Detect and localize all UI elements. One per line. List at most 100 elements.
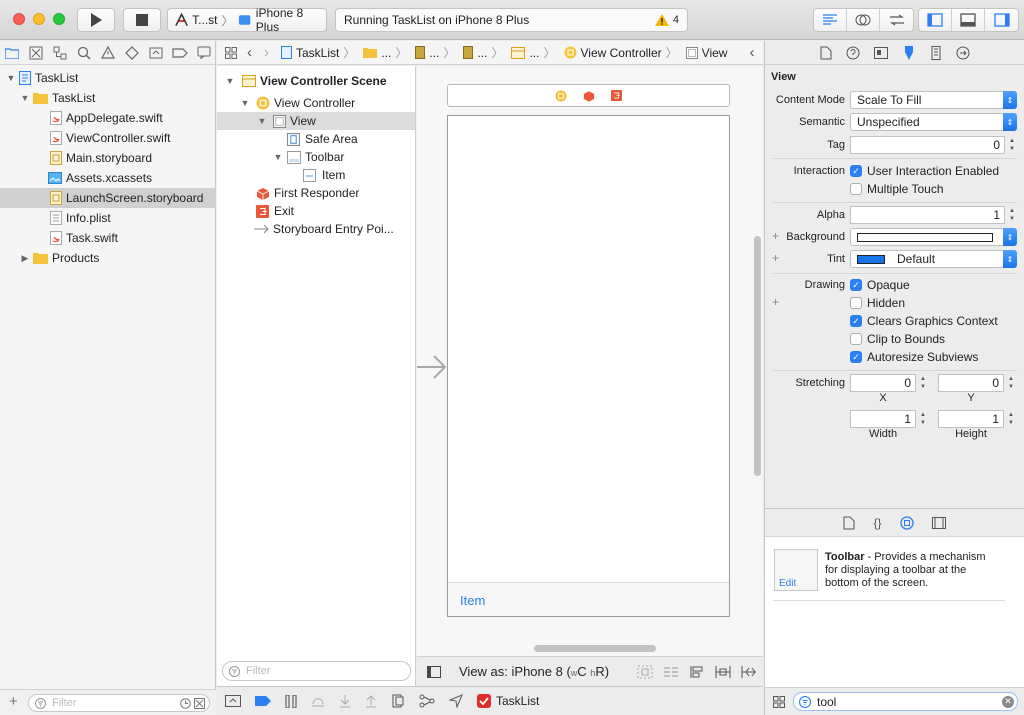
warning-indicator[interactable]: 4 [654,14,679,26]
breakpoint-navigator-tab[interactable] [172,45,188,61]
previous-issue-button[interactable]: ‹ [749,44,754,61]
tree-item-group-tasklist[interactable]: ▼ TaskList [0,88,216,108]
tint-color-popup[interactable]: Default ⇕ [850,250,1017,268]
test-navigator-tab[interactable] [124,45,140,61]
zoom-window-button[interactable] [53,13,65,25]
embed-in-icon[interactable] [637,665,653,679]
step-over-icon[interactable] [311,695,325,707]
device-screen[interactable]: Item [447,115,730,617]
user-interaction-checkbox[interactable]: ✓ User Interaction Enabled [850,164,999,178]
library-search-field[interactable]: tool ✕ [793,692,1018,711]
process-target[interactable]: TaskList [477,694,539,708]
outline-view-controller[interactable]: ▼ View Controller [217,94,415,112]
outline-filter-field[interactable]: Filter [222,661,411,681]
report-navigator-tab[interactable] [196,45,212,61]
autoresize-subviews-checkbox[interactable]: ✓ Autoresize Subviews [850,350,978,364]
disclosure-open-icon[interactable]: ▼ [20,93,30,103]
close-window-button[interactable] [13,13,25,25]
run-button[interactable] [77,8,115,32]
scene-dock[interactable] [447,84,730,107]
tree-item-project[interactable]: ▼ TaskList [0,68,216,88]
content-mode-popup[interactable]: Scale To Fill ⇕ [850,91,1017,109]
stretch-y-stepper[interactable]: ▲ ▼ [1006,374,1016,392]
outline-first-responder[interactable]: First Responder [217,184,415,202]
standard-editor-button[interactable] [814,9,847,31]
background-color-popup[interactable]: ⇕ [850,228,1017,246]
disclosure-closed-icon[interactable]: ▶ [20,253,30,263]
tree-item-task-swift[interactable]: Task.swift [0,228,216,248]
navigator-filter-field[interactable]: Filter [28,694,210,712]
tree-item-infoplist[interactable]: Info.plist [0,208,216,228]
file-template-icon[interactable] [843,516,855,530]
storyboard-canvas[interactable]: Item [417,66,763,656]
memory-graph-icon[interactable] [419,694,435,708]
assistant-editor-button[interactable] [847,9,880,31]
recent-files-icon[interactable] [180,697,191,709]
first-responder-icon[interactable] [583,90,595,102]
library-item-toolbar[interactable]: Edit Toolbar - Provides a mechanism for … [773,545,1005,601]
vertical-scrollbar[interactable] [754,236,761,476]
tree-item-appdelegate[interactable]: AppDelegate.swift [0,108,216,128]
outline-safe-area[interactable]: Safe Area [217,130,415,148]
object-library-icon[interactable] [899,515,914,530]
tree-item-products[interactable]: ▶ Products [0,248,216,268]
source-control-filter-icon[interactable] [194,697,205,709]
edit-link[interactable]: Edit [779,578,796,589]
resolve-issues-icon[interactable] [741,665,757,679]
toggle-outline-icon[interactable] [427,665,441,678]
clip-to-bounds-checkbox[interactable]: Clip to Bounds [850,332,945,346]
tag-field[interactable]: 0 [850,136,1005,154]
breadcrumb-group[interactable]: ... 〉 [363,44,411,61]
stretch-width-stepper[interactable]: ▲ ▼ [918,410,928,428]
alpha-stepper[interactable]: ▲ ▼ [1007,206,1017,224]
stretch-height-field[interactable]: 1 [938,410,1004,428]
disclosure-open-icon[interactable]: ▼ [6,73,16,83]
minimize-window-button[interactable] [33,13,45,25]
toolbar-preview[interactable]: Item [448,582,729,616]
media-library-icon[interactable] [931,516,946,529]
multiple-touch-checkbox[interactable]: Multiple Touch [850,182,944,196]
pause-icon[interactable] [285,694,297,708]
hide-debug-area-icon[interactable] [225,695,241,707]
view-debugger-icon[interactable] [391,694,405,708]
breadcrumb-file-base[interactable]: ... 〉 [463,44,507,61]
breadcrumb-scene[interactable]: ... 〉 [511,44,559,61]
toolbar-item-label[interactable]: Item [460,593,485,608]
stretch-y-field[interactable]: 0 [938,374,1004,392]
identity-inspector-icon[interactable] [873,46,888,59]
view-controller-icon[interactable] [555,89,567,102]
symbol-navigator-tab[interactable] [52,45,68,61]
stretch-x-stepper[interactable]: ▲ ▼ [918,374,928,392]
source-control-tab[interactable] [28,45,44,61]
project-navigator-tab[interactable] [4,45,20,61]
semantic-popup[interactable]: Unspecified ⇕ [850,113,1017,131]
stretch-height-stepper[interactable]: ▲ ▼ [1006,410,1016,428]
stretch-x-field[interactable]: 0 [850,374,916,392]
step-into-icon[interactable] [339,694,351,708]
stretch-width-field[interactable]: 1 [850,410,916,428]
tree-item-assets[interactable]: Assets.xcassets [0,168,216,188]
version-editor-button[interactable] [880,9,913,31]
disclosure-open-icon[interactable]: ▼ [225,76,235,86]
find-navigator-tab[interactable] [76,45,92,61]
stack-view-icon[interactable] [663,665,679,679]
alpha-field[interactable]: 1 [850,206,1005,224]
step-out-icon[interactable] [365,694,377,708]
breadcrumb-project[interactable]: TaskList 〉 [281,44,359,61]
outline-entry-point[interactable]: Storyboard Entry Poi... [217,220,415,238]
disclosure-open-icon[interactable]: ▼ [273,152,283,162]
tree-item-main-storyboard[interactable]: Main.storyboard [0,148,216,168]
outline-view[interactable]: ▼ View [217,112,415,130]
outline-bar-item[interactable]: Item [217,166,415,184]
breadcrumb-view[interactable]: View [685,46,727,60]
toggle-debug-area-button[interactable] [952,9,985,31]
debug-navigator-tab[interactable] [148,45,164,61]
exit-icon[interactable] [611,90,622,101]
view-as-label[interactable]: View as: iPhone 8 (wC hR) [459,664,609,679]
opaque-checkbox[interactable]: ✓ Opaque [850,278,910,292]
quick-help-icon[interactable] [846,46,860,60]
size-inspector-icon[interactable] [930,45,942,60]
outline-toolbar[interactable]: ▼ Toolbar [217,148,415,166]
connections-inspector-icon[interactable] [956,46,970,60]
simulate-location-icon[interactable] [449,694,463,708]
